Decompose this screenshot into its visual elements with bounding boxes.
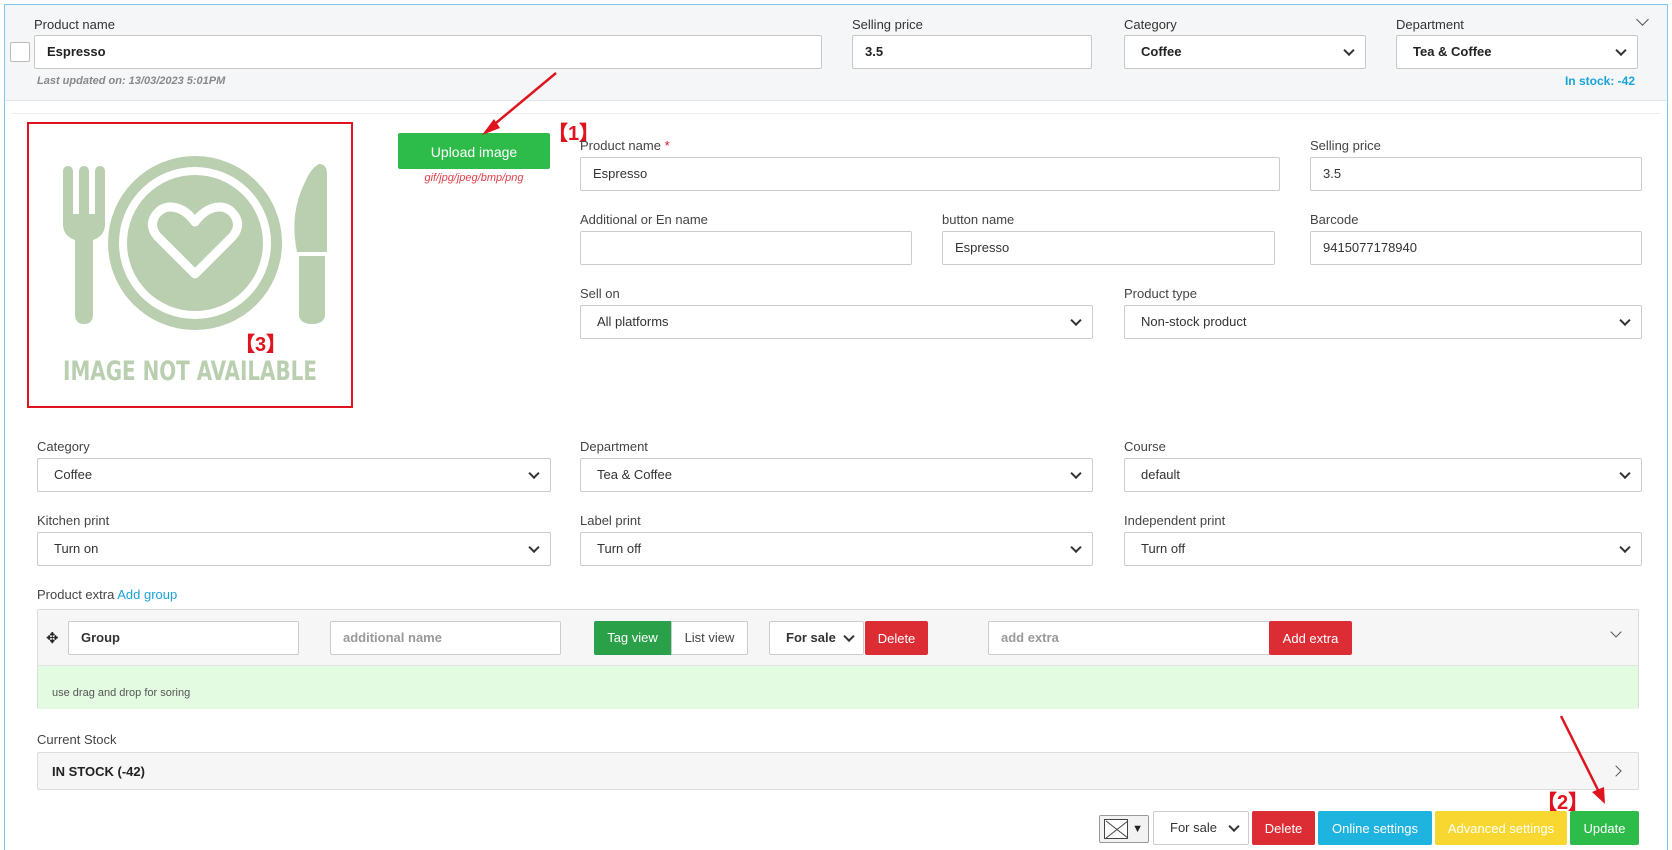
additional-name-label: Additional or En name bbox=[580, 212, 708, 227]
header-selling-price-label: Selling price bbox=[852, 17, 923, 32]
barcode-input[interactable]: 9415077178940 bbox=[1310, 231, 1642, 265]
upload-image-button[interactable]: Upload image bbox=[398, 133, 550, 169]
kitchen-print-select[interactable]: Turn on bbox=[37, 532, 551, 566]
caret-down-icon: ▼ bbox=[1132, 823, 1143, 835]
group-name-input[interactable]: Group bbox=[68, 621, 299, 655]
kitchen-print-label: Kitchen print bbox=[37, 513, 110, 528]
online-settings-button[interactable]: Online settings bbox=[1318, 811, 1432, 845]
annotation-2: 【2】 bbox=[1537, 792, 1589, 814]
extra-status-select[interactable]: For sale bbox=[769, 621, 864, 655]
drag-drop-hint-bar: use drag and drop for soring bbox=[38, 665, 1638, 709]
additional-name-extra-input[interactable]: additional name bbox=[330, 621, 561, 655]
last-updated-text: Last updated on: 13/03/2023 5:01PM bbox=[37, 75, 226, 87]
course-select[interactable]: default bbox=[1124, 458, 1642, 492]
header-product-name-label: Product name bbox=[34, 17, 115, 32]
no-image-icon bbox=[1104, 819, 1128, 839]
product-editor-panel: Product name Espresso Selling price 3.5 … bbox=[4, 4, 1668, 850]
sell-on-select[interactable]: All platforms bbox=[580, 305, 1093, 339]
delete-group-button[interactable]: Delete bbox=[865, 621, 928, 655]
tag-view-button[interactable]: Tag view bbox=[594, 621, 671, 655]
category-label: Category bbox=[37, 439, 90, 454]
label-print-select[interactable]: Turn off bbox=[580, 532, 1093, 566]
category-select[interactable]: Coffee bbox=[37, 458, 551, 492]
button-name-input[interactable]: Espresso bbox=[942, 231, 1275, 265]
selling-price-label: Selling price bbox=[1310, 138, 1381, 153]
product-summary-header: Product name Espresso Selling price 3.5 … bbox=[5, 5, 1667, 101]
button-name-label: button name bbox=[942, 212, 1015, 227]
department-label: Department bbox=[580, 439, 648, 454]
section-divider bbox=[11, 113, 1661, 114]
independent-print-label: Independent print bbox=[1124, 513, 1226, 528]
in-stock-indicator: In stock: -42 bbox=[1564, 74, 1635, 88]
image-formats-hint: gif/jpg/jpeg/bmp/png bbox=[424, 172, 524, 184]
course-label: Course bbox=[1124, 439, 1166, 454]
image-toggle-dropdown[interactable]: ▼ bbox=[1099, 815, 1149, 843]
header-department-select[interactable]: Tea & Coffee bbox=[1396, 35, 1638, 69]
header-selling-price-input[interactable]: 3.5 bbox=[852, 35, 1092, 69]
barcode-label: Barcode bbox=[1310, 212, 1359, 227]
additional-name-input[interactable] bbox=[580, 231, 912, 265]
drag-drop-hint-text: use drag and drop for soring bbox=[52, 687, 191, 699]
extra-group-card: ✥ Group additional name Tag view List vi… bbox=[37, 609, 1639, 709]
list-view-button[interactable]: List view bbox=[671, 621, 748, 655]
stock-summary-text: IN STOCK (-42) bbox=[52, 764, 145, 779]
header-category-label: Category bbox=[1124, 17, 1177, 32]
chevron-down-icon[interactable] bbox=[1610, 626, 1622, 638]
collapse-chevron-icon[interactable] bbox=[1636, 13, 1649, 26]
product-type-label: Product type bbox=[1124, 286, 1197, 301]
update-button[interactable]: Update bbox=[1570, 811, 1639, 845]
add-extra-button[interactable]: Add extra bbox=[1269, 621, 1352, 655]
header-product-name-input[interactable]: Espresso bbox=[34, 35, 822, 69]
product-type-select[interactable]: Non-stock product bbox=[1124, 305, 1642, 339]
add-extra-input[interactable]: add extra bbox=[988, 621, 1270, 655]
sell-on-label: Sell on bbox=[580, 286, 620, 301]
product-name-label: Product name * bbox=[580, 138, 670, 153]
move-icon[interactable]: ✥ bbox=[46, 629, 59, 647]
selling-price-input[interactable]: 3.5 bbox=[1310, 157, 1642, 191]
department-select[interactable]: Tea & Coffee bbox=[580, 458, 1093, 492]
select-checkbox[interactable] bbox=[10, 42, 30, 62]
fork-plate-knife-icon bbox=[63, 156, 327, 330]
product-extra-label: Product extra Add group bbox=[37, 587, 178, 602]
current-stock-label: Current Stock bbox=[37, 732, 117, 747]
advanced-settings-button[interactable]: Advanced settings bbox=[1435, 811, 1567, 845]
annotation-3: 【3】 bbox=[235, 334, 287, 356]
independent-print-select[interactable]: Turn off bbox=[1124, 532, 1642, 566]
add-group-link[interactable]: Add group bbox=[117, 587, 177, 602]
product-image-placeholder[interactable]: IMAGE NOT AVAILABLE bbox=[27, 122, 353, 408]
header-category-select[interactable]: Coffee bbox=[1124, 35, 1366, 69]
footer-status-select[interactable]: For sale bbox=[1153, 811, 1249, 845]
delete-product-button[interactable]: Delete bbox=[1252, 811, 1315, 845]
stock-summary-bar[interactable]: IN STOCK (-42) bbox=[37, 752, 1639, 790]
header-department-label: Department bbox=[1396, 17, 1464, 32]
image-not-available-text: IMAGE NOT AVAILABLE bbox=[63, 356, 317, 387]
label-print-label: Label print bbox=[580, 513, 641, 528]
chevron-right-icon bbox=[1610, 765, 1622, 777]
product-name-input[interactable]: Espresso bbox=[580, 157, 1280, 191]
